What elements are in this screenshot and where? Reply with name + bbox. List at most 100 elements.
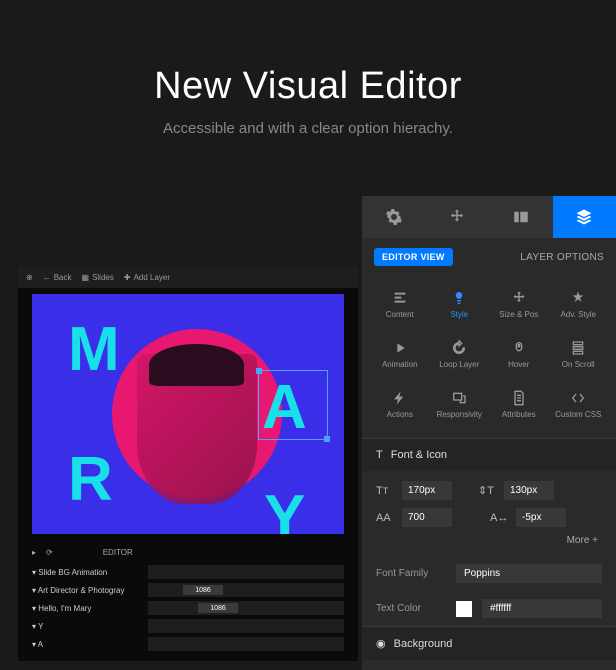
play-icon[interactable]: ▸ [32,548,36,557]
content-icon [392,290,408,306]
panel-main-tabs [362,196,616,238]
editor-label: EDITOR [103,548,133,557]
timeline-track[interactable] [148,565,344,579]
font-family-select[interactable]: Poppins [456,564,602,583]
option-label: Loop Layer [439,360,479,369]
timeline: ▸ ⟳ EDITOR ▾ Slide BG Animation ▾ Art Dir… [18,540,358,661]
option-label: Custom CSS [555,410,601,419]
move-icon [448,208,466,226]
slides-button[interactable]: ▦Slides [82,273,114,282]
line-height-icon: ⇕T [478,484,496,497]
background-section-header[interactable]: ◉ Background [362,626,616,660]
font-size-icon: TT [376,485,394,497]
option-label: Actions [387,410,413,419]
animation-icon [392,340,408,356]
editor-canvas: ⊕ ←Back ▦Slides ✚Add Layer M A R Y ▸ ⟳ E… [18,266,358,661]
editor-view-button[interactable]: EDITOR VIEW [374,248,453,266]
font-section-header[interactable]: T Font & Icon [362,438,616,471]
font-weight-icon: AA [376,512,394,524]
option-label: Responsivity [437,410,482,419]
timeline-row-label: ▾ A [32,640,142,649]
option-label: Animation [382,360,418,369]
attributes-icon [511,390,527,406]
font-size-input[interactable] [402,481,452,500]
timeline-track[interactable]: 1086 [148,601,344,615]
more-button[interactable]: More + [376,535,602,546]
timeline-track[interactable] [148,619,344,633]
option-adv-style[interactable]: Adv. Style [549,280,609,328]
letter-spacing-input[interactable] [516,508,566,527]
loop-layer-icon [451,340,467,356]
timeline-row[interactable]: ▾ A [32,635,344,653]
canvas-topbar: ⊕ ←Back ▦Slides ✚Add Layer [18,266,358,288]
layer-options-label[interactable]: LAYER OPTIONS [520,252,604,263]
timeline-segment[interactable]: 1086 [198,603,238,613]
loop-icon[interactable]: ⟳ [46,548,53,557]
timeline-track[interactable]: 1086 [148,583,344,597]
option-label: Size & Pos [499,310,538,319]
option-custom-css[interactable]: Custom CSS [549,380,609,428]
letter-m[interactable]: M [68,314,120,385]
page-title: New Visual Editor [20,65,596,108]
timeline-row-label: ▾ Y [32,622,142,631]
text-color-input[interactable]: #ffffff [482,599,602,618]
option-label: On Scroll [562,360,595,369]
actions-icon [392,390,408,406]
option-actions[interactable]: Actions [370,380,430,428]
wp-icon: ⊕ [26,273,33,282]
add-layer-button[interactable]: ✚Add Layer [124,273,170,282]
text-color-label: Text Color [376,603,446,614]
timeline-row-label: ▾ Slide BG Animation [32,568,142,577]
option-label: Attributes [502,410,536,419]
hover-icon [511,340,527,356]
background-icon: ◉ [376,637,386,650]
option-content[interactable]: Content [370,280,430,328]
option-loop-layer[interactable]: Loop Layer [430,330,490,378]
letter-spacing-icon: A↔ [490,512,508,524]
timeline-row[interactable]: ▾ Art Director & Photogray 1086 [32,581,344,599]
option-label: Adv. Style [561,310,596,319]
style-icon [451,290,467,306]
timeline-row[interactable]: ▾ Hello, I'm Mary 1086 [32,599,344,617]
adv-style-icon [570,290,586,306]
custom-css-icon [570,390,586,406]
back-button[interactable]: ←Back [43,273,72,282]
selection-box[interactable] [258,370,328,440]
line-height-input[interactable] [504,481,554,500]
option-style[interactable]: Style [430,280,490,328]
option-on-scroll[interactable]: On Scroll [549,330,609,378]
tab-settings[interactable] [362,196,426,238]
timeline-track[interactable] [148,637,344,651]
slide-stage[interactable]: M A R Y [32,294,344,534]
option-label: Content [386,310,414,319]
responsivity-icon [451,390,467,406]
hat-shape [149,344,244,386]
gear-icon [385,208,403,226]
tab-layers[interactable] [553,196,616,238]
option-label: Style [450,310,468,319]
slide-icon [512,208,530,226]
option-animation[interactable]: Animation [370,330,430,378]
timeline-row[interactable]: ▾ Slide BG Animation [32,563,344,581]
letter-y[interactable]: Y [264,482,305,534]
option-attributes[interactable]: Attributes [489,380,549,428]
option-label: Hover [508,360,529,369]
timeline-segment[interactable]: 1086 [183,585,223,595]
option-size-pos[interactable]: Size & Pos [489,280,549,328]
option-responsivity[interactable]: Responsivity [430,380,490,428]
font-family-label: Font Family [376,568,446,579]
page-subtitle: Accessible and with a clear option hiera… [20,120,596,137]
letter-r[interactable]: R [68,444,113,515]
option-hover[interactable]: Hover [489,330,549,378]
tab-slide[interactable] [489,196,553,238]
tab-navigation[interactable] [426,196,490,238]
timeline-row-label: ▾ Hello, I'm Mary [32,604,142,613]
layers-icon [575,208,593,226]
font-weight-input[interactable] [402,508,452,527]
text-icon: T [376,449,383,461]
size-pos-icon [511,290,527,306]
options-panel: EDITOR VIEW LAYER OPTIONS Content Style Si… [362,196,616,670]
timeline-row[interactable]: ▾ Y [32,617,344,635]
timeline-row-label: ▾ Art Director & Photogray [32,586,142,595]
color-swatch[interactable] [456,601,472,617]
